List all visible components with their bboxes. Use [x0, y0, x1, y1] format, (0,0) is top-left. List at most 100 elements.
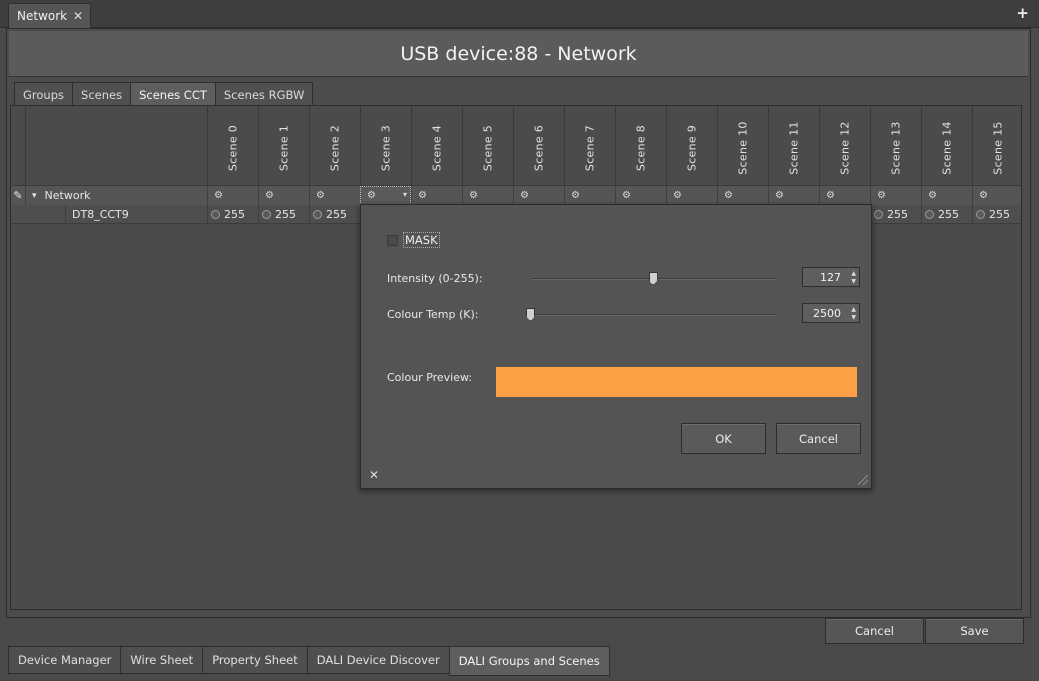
scene-12-network-cell[interactable]: ⚙: [819, 186, 870, 205]
scene-header-11[interactable]: Scene 11: [768, 106, 819, 186]
scene-header-4[interactable]: Scene 4: [411, 106, 462, 186]
scene-header-3[interactable]: Scene 3: [360, 106, 411, 186]
gear-icon[interactable]: ⚙: [367, 190, 376, 201]
close-icon[interactable]: ✕: [369, 468, 379, 482]
tab-scenes-cct[interactable]: Scenes CCT: [130, 82, 216, 107]
scene-value: 255: [326, 208, 347, 221]
scene-14-device-cell[interactable]: 255: [921, 205, 972, 224]
scene-2-device-cell[interactable]: 255: [309, 205, 360, 224]
scene-13-device-cell[interactable]: 255: [870, 205, 921, 224]
scene-14-network-cell[interactable]: ⚙: [921, 186, 972, 205]
mask-label[interactable]: MASK: [403, 232, 440, 248]
tab-scenes-rgbw[interactable]: Scenes RGBW: [214, 82, 314, 106]
gear-icon[interactable]: ⚙: [214, 190, 223, 201]
mask-row[interactable]: MASK: [387, 232, 440, 248]
scene-header-7[interactable]: Scene 7: [564, 106, 615, 186]
gear-icon[interactable]: ⚙: [418, 190, 427, 201]
colour-temp-slider-track[interactable]: [531, 314, 777, 316]
scene-1-device-cell[interactable]: 255: [258, 205, 309, 224]
intensity-value[interactable]: 127: [820, 271, 841, 284]
gear-icon[interactable]: ⚙: [724, 190, 733, 201]
resize-grip-icon[interactable]: [858, 475, 868, 485]
spin-down-icon[interactable]: ▼: [851, 278, 856, 285]
scene-11-network-cell[interactable]: ⚙: [768, 186, 819, 205]
radio-icon[interactable]: [874, 210, 883, 219]
gear-icon[interactable]: ⚙: [877, 190, 886, 201]
scene-header-9[interactable]: Scene 9: [666, 106, 717, 186]
tree-row-network[interactable]: ✎ ▾ Network ⚙ ⚙ ⚙ ⚙ ▾ ⚙ ⚙ ⚙ ⚙ ⚙ ⚙ ⚙ ⚙ ⚙ ⚙ ⚙ ⚙: [11, 186, 1021, 205]
radio-icon[interactable]: [925, 210, 934, 219]
scene-6-network-cell[interactable]: ⚙: [513, 186, 564, 205]
gear-icon[interactable]: ⚙: [622, 190, 631, 201]
scene-header-12[interactable]: Scene 12: [819, 106, 870, 186]
intensity-slider-thumb[interactable]: [648, 272, 658, 285]
gear-icon[interactable]: ⚙: [928, 190, 937, 201]
footer-save-button[interactable]: Save: [925, 618, 1024, 644]
gear-icon[interactable]: ⚙: [316, 190, 325, 201]
dropdown-arrow-icon[interactable]: ▾: [403, 190, 407, 199]
gear-icon[interactable]: ⚙: [775, 190, 784, 201]
tree-node-network[interactable]: ▾ Network: [25, 186, 207, 205]
gear-icon[interactable]: ⚙: [673, 190, 682, 201]
caret-down-icon[interactable]: ▾: [32, 191, 37, 201]
scene-5-network-cell[interactable]: ⚙: [462, 186, 513, 205]
gear-icon[interactable]: ⚙: [520, 190, 529, 201]
spin-down-icon[interactable]: ▼: [851, 314, 856, 321]
view-tab-dali-device-discover[interactable]: DALI Device Discover: [306, 646, 450, 674]
tab-scenes[interactable]: Scenes: [72, 82, 132, 106]
radio-icon[interactable]: [262, 210, 271, 219]
plus-icon[interactable]: +: [1016, 4, 1029, 22]
tab-groups[interactable]: Groups: [14, 82, 74, 106]
gear-icon[interactable]: ⚙: [265, 190, 274, 201]
scene-header-13[interactable]: Scene 13: [870, 106, 921, 186]
view-tab-property-sheet[interactable]: Property Sheet: [202, 646, 308, 674]
scene-9-network-cell[interactable]: ⚙: [666, 186, 717, 205]
scene-header-10[interactable]: Scene 10: [717, 106, 768, 186]
colour-temp-slider-thumb[interactable]: [526, 308, 535, 321]
scene-header-5[interactable]: Scene 5: [462, 106, 513, 186]
view-tab-wire-sheet[interactable]: Wire Sheet: [120, 646, 204, 674]
gear-icon[interactable]: ⚙: [979, 190, 988, 201]
tree-node-device[interactable]: DT8_CCT9: [65, 205, 207, 224]
scene-15-network-cell[interactable]: ⚙: [972, 186, 1023, 205]
scene-7-network-cell[interactable]: ⚙: [564, 186, 615, 205]
scene-header-0[interactable]: Scene 0: [207, 106, 258, 186]
scene-header-2[interactable]: Scene 2: [309, 106, 360, 186]
close-icon[interactable]: ✕: [73, 9, 83, 23]
scene-2-network-cell[interactable]: ⚙: [309, 186, 360, 205]
scene-header-14[interactable]: Scene 14: [921, 106, 972, 186]
scene-header-15[interactable]: Scene 15: [972, 106, 1023, 186]
mask-checkbox[interactable]: [387, 234, 398, 246]
colour-temp-value[interactable]: 2500: [813, 307, 841, 320]
scene-0-device-cell[interactable]: 255: [207, 205, 258, 224]
scene-header-8[interactable]: Scene 8: [615, 106, 666, 186]
scene-8-network-cell[interactable]: ⚙: [615, 186, 666, 205]
scene-header-1[interactable]: Scene 1: [258, 106, 309, 186]
scene-3-network-cell[interactable]: ⚙ ▾: [360, 186, 411, 205]
intensity-spinner[interactable]: 127 ▲ ▼: [802, 267, 860, 287]
spin-up-icon[interactable]: ▲: [851, 306, 856, 313]
gear-icon[interactable]: ⚙: [571, 190, 580, 201]
page-title: USB device:88 - Network: [9, 31, 1028, 77]
ok-button[interactable]: OK: [681, 423, 766, 454]
radio-icon[interactable]: [313, 210, 322, 219]
scene-header-6[interactable]: Scene 6: [513, 106, 564, 186]
radio-icon[interactable]: [976, 210, 985, 219]
footer-cancel-button[interactable]: Cancel: [825, 618, 924, 644]
scene-1-network-cell[interactable]: ⚙: [258, 186, 309, 205]
radio-icon[interactable]: [211, 210, 220, 219]
colour-temp-spinner[interactable]: 2500 ▲ ▼: [802, 303, 860, 323]
gear-icon[interactable]: ⚙: [469, 190, 478, 201]
scene-15-device-cell[interactable]: 255: [972, 205, 1023, 224]
pencil-icon[interactable]: ✎: [11, 186, 25, 205]
view-tab-device-manager[interactable]: Device Manager: [8, 646, 122, 674]
view-tab-dali-groups-and-scenes[interactable]: DALI Groups and Scenes: [448, 646, 610, 676]
scene-0-network-cell[interactable]: ⚙: [207, 186, 258, 205]
scene-13-network-cell[interactable]: ⚙: [870, 186, 921, 205]
scene-10-network-cell[interactable]: ⚙: [717, 186, 768, 205]
gear-icon[interactable]: ⚙: [826, 190, 835, 201]
scene-4-network-cell[interactable]: ⚙: [411, 186, 462, 205]
spin-up-icon[interactable]: ▲: [851, 270, 856, 277]
document-tab-network[interactable]: Network ✕: [8, 3, 91, 28]
cancel-button[interactable]: Cancel: [776, 423, 861, 454]
